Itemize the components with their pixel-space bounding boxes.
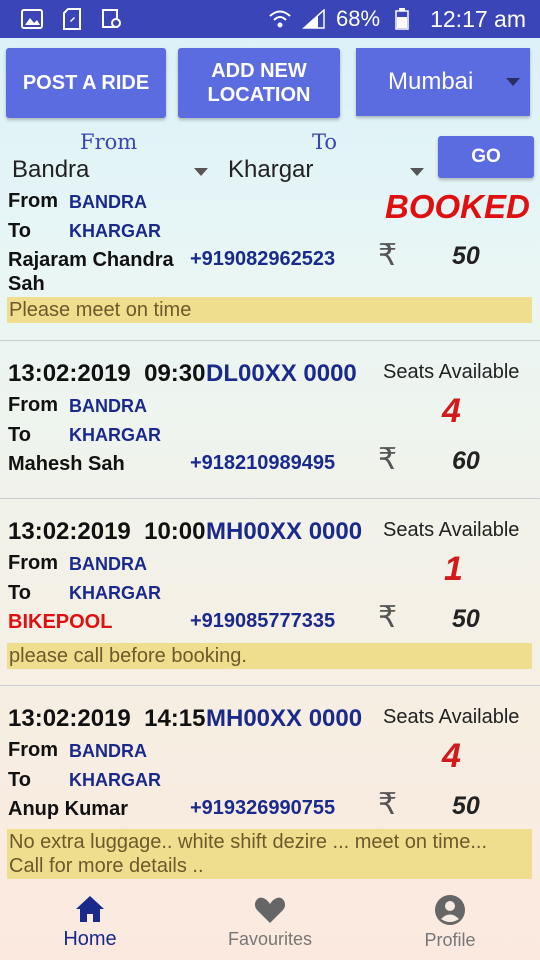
ride-datetime: 13:02:2019 09:30 — [8, 360, 206, 387]
to-dropdown[interactable]: Khargar — [228, 156, 426, 184]
post-ride-label: POST A RIDE — [22, 72, 150, 94]
rupee-icon: ₹ — [378, 238, 398, 273]
rupee-icon: ₹ — [378, 787, 398, 822]
sync-icon — [100, 8, 124, 30]
ride-price: 50 — [452, 605, 480, 633]
ride-to: KHARGAR — [69, 221, 161, 241]
seats-available-label: Seats Available — [383, 706, 520, 728]
ride-datetime: 13:02:2019 14:15 — [8, 705, 206, 732]
nav-favourites-label: Favourites — [227, 928, 313, 949]
chevron-down-icon — [410, 168, 424, 176]
heart-icon — [254, 897, 286, 923]
to-label: To — [8, 582, 31, 604]
bottom-navigation: Home Favourites Profile — [0, 884, 540, 960]
to-value: Khargar — [228, 156, 314, 183]
add-new-location-button[interactable]: ADD NEW LOCATION — [178, 48, 340, 118]
from-label: From — [8, 190, 58, 212]
rupee-icon: ₹ — [378, 600, 398, 635]
to-label: To — [8, 769, 31, 791]
city-value: Mumbai — [388, 68, 474, 95]
ride-from: BANDRA — [69, 396, 147, 416]
ride-price: 50 — [452, 792, 480, 820]
to-label: To — [8, 424, 31, 446]
seats-count: 4 — [442, 392, 461, 430]
nav-home-label: Home — [63, 927, 117, 950]
city-dropdown[interactable]: Mumbai — [356, 48, 530, 116]
from-dropdown[interactable]: Bandra — [12, 156, 212, 184]
driver-name: BIKEPOOL — [8, 611, 113, 633]
ride-datetime: 13:02:2019 10:00 — [8, 518, 206, 545]
vehicle-number: DL00XX 0000 — [206, 360, 357, 387]
phone-number[interactable]: +919082962523 — [190, 248, 335, 271]
nav-favourites[interactable]: Favourites — [190, 895, 350, 950]
to-label: To — [312, 130, 338, 154]
ride-from: BANDRA — [69, 192, 147, 212]
clock: 12:17 am — [430, 5, 526, 32]
image-icon — [20, 8, 44, 30]
driver-name: Rajaram Chandra Sah — [8, 249, 174, 295]
booked-badge: BOOKED — [385, 188, 530, 225]
ride-to: KHARGAR — [69, 583, 161, 603]
battery-icon — [390, 8, 414, 30]
seats-available-label: Seats Available — [383, 519, 520, 541]
sd-card-icon — [60, 8, 84, 30]
from-label: From — [80, 130, 138, 154]
phone-number[interactable]: +919085777335 — [190, 610, 335, 633]
divider — [0, 340, 540, 341]
from-label: From — [8, 552, 58, 574]
seats-count: 4 — [442, 737, 461, 775]
status-bar: 68% 12:17 am — [0, 0, 540, 38]
rupee-icon: ₹ — [378, 442, 398, 477]
ride-price: 60 — [452, 447, 480, 475]
ride-from: BANDRA — [69, 741, 147, 761]
account-circle-icon — [435, 894, 465, 925]
to-label: To — [8, 220, 31, 242]
ride-to: KHARGAR — [69, 425, 161, 445]
divider — [0, 685, 540, 686]
nav-home[interactable]: Home — [10, 894, 170, 951]
system-indicators: 68% 12:17 am — [268, 6, 526, 33]
driver-name: Mahesh Sah — [8, 453, 125, 475]
add-location-label: ADD NEW LOCATION — [207, 60, 311, 106]
home-icon — [76, 895, 104, 922]
post-ride-button[interactable]: POST A RIDE — [6, 48, 166, 118]
ride-price: 50 — [452, 242, 480, 270]
ride-from: BANDRA — [69, 554, 147, 574]
from-label: From — [8, 739, 58, 761]
ride-note: Please meet on time — [7, 297, 532, 323]
seats-count: 1 — [444, 550, 463, 588]
chevron-down-icon — [506, 78, 520, 86]
wifi-icon — [268, 8, 292, 30]
signal-icon — [302, 8, 326, 30]
phone-number[interactable]: +919326990755 — [190, 797, 335, 820]
vehicle-number: MH00XX 0000 — [206, 705, 363, 732]
phone-number[interactable]: +918210989495 — [190, 452, 335, 475]
chevron-down-icon — [194, 168, 208, 176]
divider — [0, 498, 540, 499]
nav-profile[interactable]: Profile — [370, 894, 530, 951]
nav-profile-label: Profile — [424, 929, 476, 950]
from-label: From — [8, 394, 58, 416]
notification-icons — [20, 8, 124, 30]
go-label: GO — [471, 146, 501, 167]
vehicle-number: MH00XX 0000 — [206, 518, 363, 545]
from-value: Bandra — [12, 156, 90, 183]
ride-to: KHARGAR — [69, 770, 161, 790]
go-button[interactable]: GO — [438, 136, 534, 178]
seats-available-label: Seats Available — [383, 361, 520, 383]
battery-percent: 68% — [336, 6, 381, 31]
ride-note: No extra luggage.. white shift dezire ..… — [7, 829, 532, 879]
ride-note: please call before booking. — [7, 643, 532, 669]
driver-name: Anup Kumar — [8, 798, 128, 820]
